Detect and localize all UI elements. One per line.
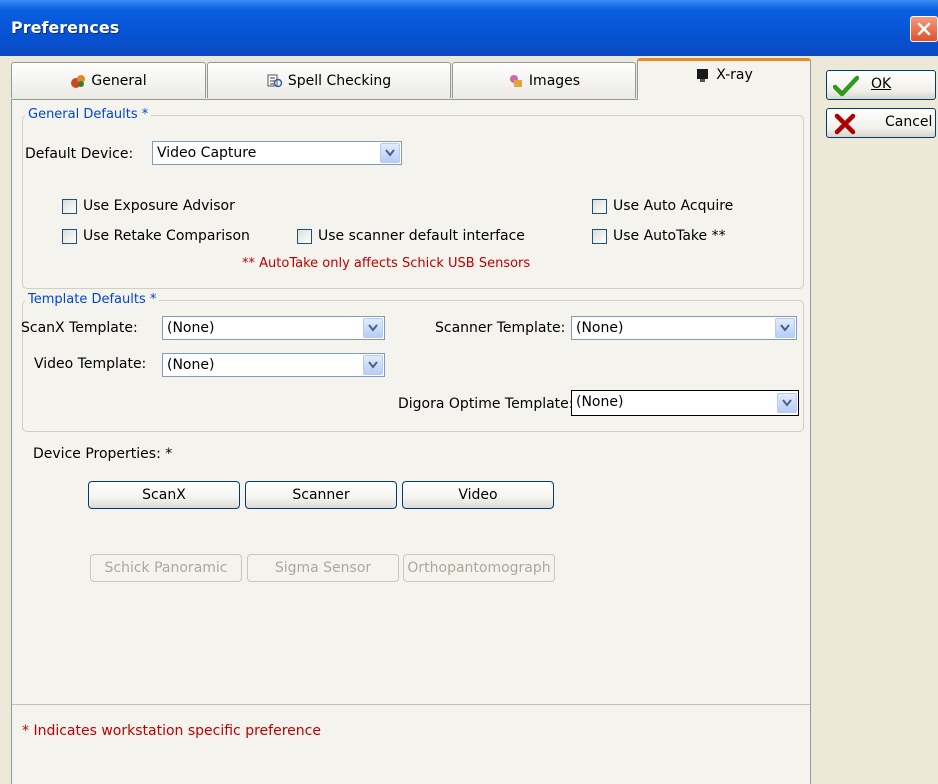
footer-note: * Indicates workstation specific prefere… <box>22 723 321 739</box>
tab-general[interactable]: General <box>11 62 206 98</box>
tab-spell-checking[interactable]: Spell Checking <box>207 62 451 98</box>
use-auto-acquire-checkbox[interactable]: Use Auto Acquire <box>592 198 733 214</box>
xray-icon <box>697 69 709 82</box>
close-button[interactable] <box>910 16 938 42</box>
ok-label: OK <box>871 76 892 92</box>
autotake-note: ** AutoTake only affects Schick USB Sens… <box>242 256 531 271</box>
video-template-label: Video Template: <box>34 356 147 372</box>
combo-value: (None) <box>167 320 215 336</box>
general-icon <box>71 74 86 88</box>
scanx-template-label: ScanX Template: <box>21 320 138 336</box>
group-legend: General Defaults * <box>25 108 152 122</box>
checkbox-box[interactable] <box>592 198 607 214</box>
button-label: Schick Panoramic <box>104 560 228 576</box>
dropdown-arrow-icon[interactable] <box>380 143 400 163</box>
tab-label: Images <box>528 72 581 89</box>
checkbox-label: Use Exposure Advisor <box>83 198 235 214</box>
checkmark-icon <box>833 75 859 97</box>
combo-value: Video Capture <box>157 145 257 161</box>
checkbox-box[interactable] <box>297 228 312 244</box>
default-device-select[interactable]: Video Capture <box>152 141 402 165</box>
scanner-template-select[interactable]: (None) <box>571 316 797 340</box>
dropdown-arrow-icon[interactable] <box>363 355 383 375</box>
xray-panel: General Defaults * Default Device: Video… <box>11 99 811 784</box>
button-label: ScanX <box>142 487 186 503</box>
default-device-label: Default Device: <box>25 146 134 162</box>
button-label: Video <box>458 487 498 503</box>
divider <box>12 704 810 705</box>
checkbox-label: Use scanner default interface <box>318 228 525 244</box>
checkbox-label: Use Auto Acquire <box>613 198 734 214</box>
tab-strip: General Spell Checking Images X-ray <box>11 58 811 100</box>
combo-value: (None) <box>576 320 624 336</box>
dropdown-arrow-icon[interactable] <box>777 393 797 413</box>
scanx-template-select[interactable]: (None) <box>162 316 385 340</box>
tab-images[interactable]: Images <box>452 62 636 98</box>
dropdown-arrow-icon[interactable] <box>363 318 383 338</box>
schick-panoramic-button: Schick Panoramic <box>90 554 242 582</box>
use-scanner-default-interface-checkbox[interactable]: Use scanner default interface <box>297 228 525 244</box>
use-autotake-checkbox[interactable]: Use AutoTake ** <box>592 228 726 244</box>
close-icon <box>917 22 931 36</box>
x-icon <box>834 113 856 135</box>
scanx-button[interactable]: ScanX <box>88 481 240 509</box>
button-label: Sigma Sensor <box>274 560 372 576</box>
video-template-select[interactable]: (None) <box>162 353 385 377</box>
checkbox-label: Use Retake Comparison <box>83 228 250 244</box>
digora-template-select[interactable]: (None) <box>571 390 799 416</box>
sigma-sensor-button: Sigma Sensor <box>247 554 399 582</box>
title-bar: Preferences <box>0 0 938 56</box>
scanner-template-label: Scanner Template: <box>435 320 566 336</box>
button-label: Scanner <box>292 487 350 503</box>
cancel-button[interactable]: Cancel <box>826 108 936 138</box>
window-title: Preferences <box>11 18 120 37</box>
tab-label: Spell Checking <box>287 72 392 89</box>
ok-button[interactable]: OK <box>826 70 936 100</box>
use-retake-comparison-checkbox[interactable]: Use Retake Comparison <box>62 228 250 244</box>
scanner-button[interactable]: Scanner <box>245 481 397 509</box>
tab-label: General <box>91 72 147 89</box>
checkbox-box[interactable] <box>62 198 77 214</box>
tab-xray[interactable]: X-ray <box>637 58 811 100</box>
tab-label: X-ray <box>716 67 753 83</box>
video-button[interactable]: Video <box>402 481 554 509</box>
checkbox-box[interactable] <box>592 228 607 244</box>
dropdown-arrow-icon[interactable] <box>775 318 795 338</box>
button-label: Orthopantomograph <box>407 560 551 576</box>
checkbox-label: Use AutoTake ** <box>613 228 726 244</box>
device-properties-label: Device Properties: * <box>33 446 173 462</box>
orthopantomograph-button: Orthopantomograph <box>403 554 555 582</box>
digora-template-label: Digora Optime Template: <box>398 396 574 412</box>
cancel-label: Cancel <box>885 114 933 130</box>
combo-value: (None) <box>576 394 624 410</box>
checkbox-box[interactable] <box>62 228 77 244</box>
use-exposure-advisor-checkbox[interactable]: Use Exposure Advisor <box>62 198 235 214</box>
combo-value: (None) <box>167 357 215 373</box>
spell-check-icon <box>267 74 283 87</box>
images-icon <box>509 74 522 87</box>
group-legend: Template Defaults * <box>25 293 160 307</box>
